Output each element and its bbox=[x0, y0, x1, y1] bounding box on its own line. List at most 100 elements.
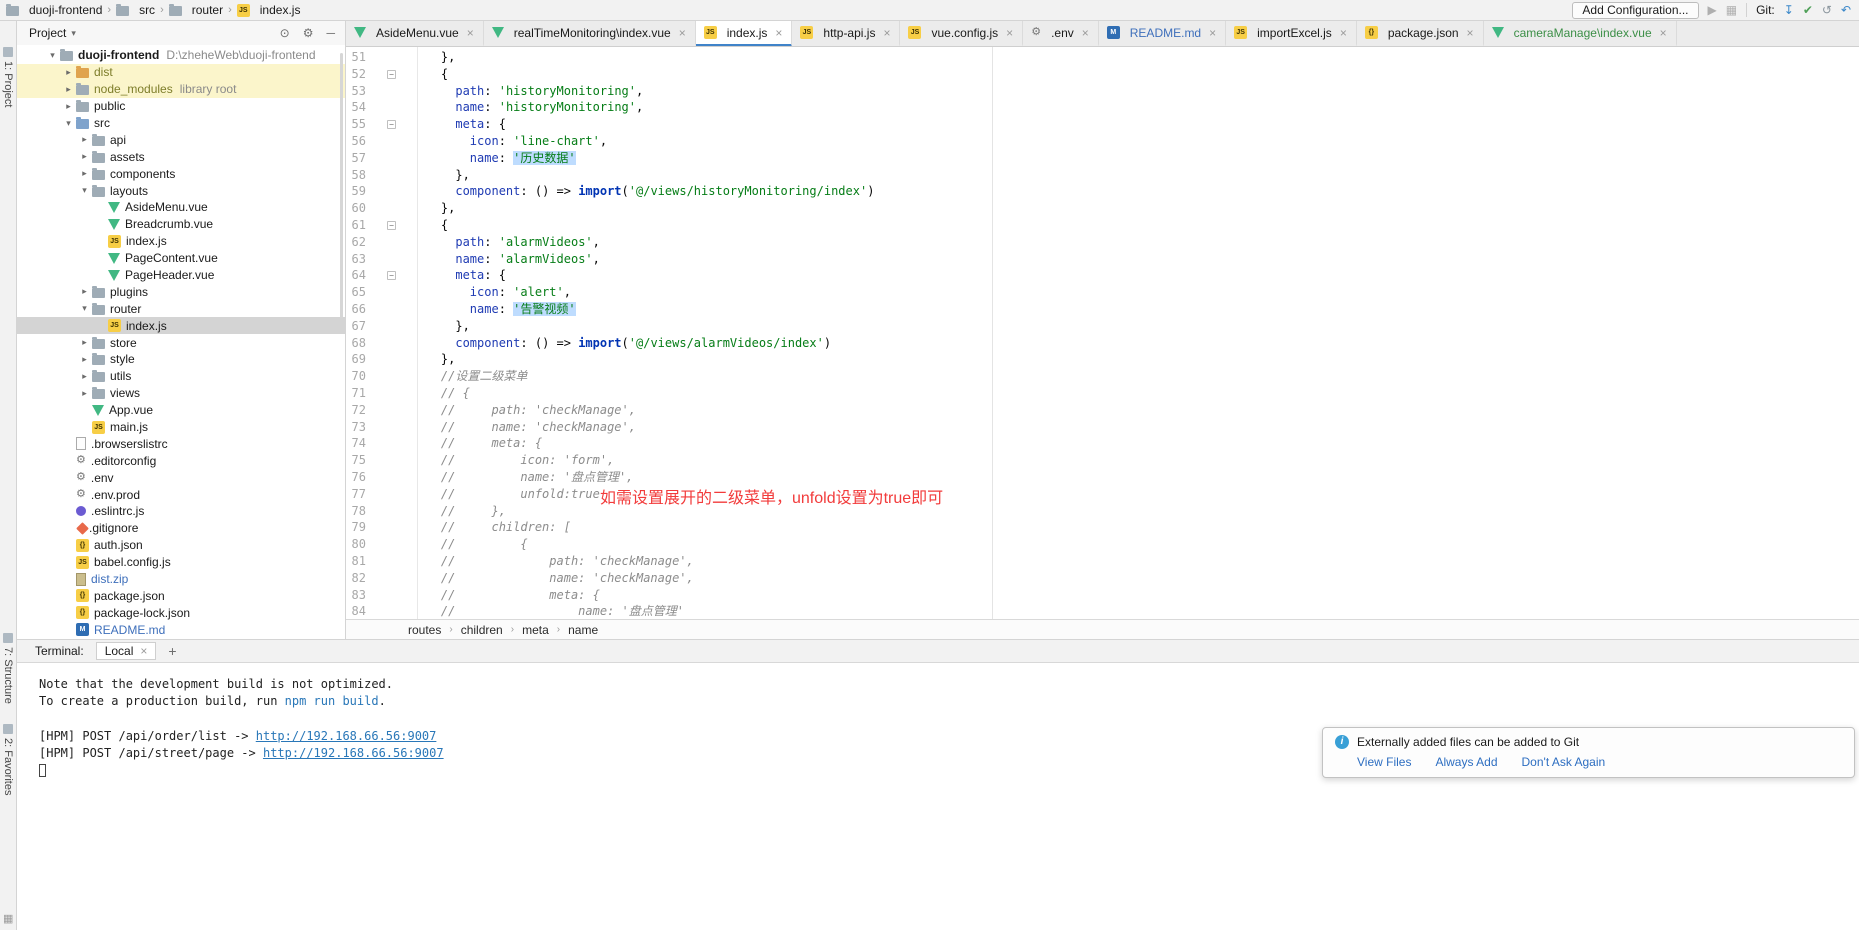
breadcrumb-item-router[interactable]: router bbox=[169, 3, 223, 17]
tree-item-babel.config.js[interactable]: JSbabel.config.js bbox=[17, 554, 345, 571]
tree-item-README.md[interactable]: MREADME.md bbox=[17, 621, 345, 638]
chevron-right-icon[interactable]: ▸ bbox=[77, 388, 92, 399]
tree-item-node_modules[interactable]: ▸node_moduleslibrary root bbox=[17, 81, 345, 98]
tab-close-icon[interactable]: × bbox=[775, 26, 782, 40]
tree-item-Breadcrumb.vue[interactable]: Breadcrumb.vue bbox=[17, 216, 345, 233]
chevron-right-icon[interactable]: ▸ bbox=[77, 371, 92, 382]
chevron-down-icon[interactable]: ▾ bbox=[77, 303, 92, 314]
chevron-right-icon[interactable]: ▸ bbox=[61, 84, 76, 95]
terminal-link[interactable]: http://192.168.66.56:9007 bbox=[263, 746, 444, 760]
breadcrumb-item-duoji-frontend[interactable]: duoji-frontend bbox=[6, 3, 102, 17]
notification-action-view-files[interactable]: View Files bbox=[1357, 755, 1411, 769]
favorites-toolwindow-button[interactable]: 2: Favorites bbox=[2, 724, 14, 795]
fold-marker-icon[interactable]: − bbox=[387, 120, 396, 129]
tab-close-icon[interactable]: × bbox=[1340, 26, 1347, 40]
gear-icon[interactable]: ⚙ bbox=[303, 26, 314, 40]
chevron-right-icon[interactable]: ▸ bbox=[61, 101, 76, 112]
tree-item-auth.json[interactable]: {}auth.json bbox=[17, 537, 345, 554]
git-update-icon[interactable]: ↧ bbox=[1784, 3, 1794, 17]
chevron-right-icon[interactable]: ▸ bbox=[77, 337, 92, 348]
tab-close-icon[interactable]: × bbox=[1006, 26, 1013, 40]
code-area[interactable]: 51 },52− {53 path: 'historyMonitoring',5… bbox=[346, 47, 1859, 619]
chevron-right-icon[interactable]: ▸ bbox=[77, 168, 92, 179]
chevron-right-icon[interactable]: ▸ bbox=[77, 354, 92, 365]
tab-close-icon[interactable]: × bbox=[1082, 26, 1089, 40]
tree-item-plugins[interactable]: ▸plugins bbox=[17, 283, 345, 300]
terminal-link[interactable]: http://192.168.66.56:9007 bbox=[256, 729, 437, 743]
tree-item-package-lock.json[interactable]: {}package-lock.json bbox=[17, 604, 345, 621]
chevron-down-icon[interactable]: ▾ bbox=[77, 185, 92, 196]
tree-item-components[interactable]: ▸components bbox=[17, 165, 345, 182]
editor-tab-vue.config.js[interactable]: JSvue.config.js× bbox=[900, 21, 1023, 47]
tree-item-store[interactable]: ▸store bbox=[17, 334, 345, 351]
tab-close-icon[interactable]: × bbox=[1209, 26, 1216, 40]
git-history-icon[interactable]: ↺ bbox=[1822, 3, 1832, 17]
editor-tab-README.md[interactable]: MREADME.md× bbox=[1099, 21, 1226, 47]
git-rollback-icon[interactable]: ↶ bbox=[1841, 3, 1851, 17]
hide-panel-icon[interactable]: ─ bbox=[326, 26, 335, 40]
terminal-tab-local[interactable]: Local × bbox=[96, 642, 157, 660]
add-configuration-button[interactable]: Add Configuration... bbox=[1572, 2, 1698, 19]
tree-item-main.js[interactable]: JSmain.js bbox=[17, 419, 345, 436]
tree-item-PageHeader.vue[interactable]: PageHeader.vue bbox=[17, 267, 345, 284]
tree-item-.editorconfig[interactable]: ⚙.editorconfig bbox=[17, 452, 345, 469]
structure-toolwindow-button[interactable]: 7: Structure bbox=[2, 633, 14, 704]
tree-item-dist[interactable]: ▸dist bbox=[17, 64, 345, 81]
chevron-right-icon[interactable]: ▸ bbox=[77, 151, 92, 162]
breadcrumb-item-src[interactable]: src bbox=[116, 3, 155, 17]
git-commit-icon[interactable]: ✔ bbox=[1803, 3, 1813, 17]
editor-tab-realTimeMonitoring\index.vue[interactable]: realTimeMonitoring\index.vue× bbox=[484, 21, 696, 47]
tab-close-icon[interactable]: × bbox=[883, 26, 890, 40]
editor-tab-importExcel.js[interactable]: JSimportExcel.js× bbox=[1226, 21, 1357, 47]
tree-item-utils[interactable]: ▸utils bbox=[17, 368, 345, 385]
chevron-down-icon[interactable]: ▾ bbox=[61, 118, 76, 129]
tree-item-PageContent.vue[interactable]: PageContent.vue bbox=[17, 250, 345, 267]
editor-breadcrumb-children[interactable]: children bbox=[461, 623, 503, 637]
tree-item-assets[interactable]: ▸assets bbox=[17, 148, 345, 165]
tree-item-public[interactable]: ▸public bbox=[17, 98, 345, 115]
tab-close-icon[interactable]: × bbox=[679, 26, 686, 40]
terminal-output[interactable]: Note that the development build is not o… bbox=[17, 663, 1859, 930]
fold-marker-icon[interactable]: − bbox=[387, 271, 396, 280]
chevron-down-icon[interactable]: ▾ bbox=[71, 28, 76, 39]
debug-icon[interactable]: ▦ bbox=[1726, 3, 1737, 17]
locate-file-icon[interactable]: ⊙ bbox=[280, 26, 290, 40]
editor-tab-package.json[interactable]: {}package.json× bbox=[1357, 21, 1484, 47]
notification-action-always-add[interactable]: Always Add bbox=[1435, 755, 1497, 769]
tree-item-.env.prod[interactable]: ⚙.env.prod bbox=[17, 486, 345, 503]
tree-item-.gitignore[interactable]: .gitignore bbox=[17, 520, 345, 537]
tree-item-router[interactable]: ▾router bbox=[17, 300, 345, 317]
chevron-right-icon[interactable]: ▸ bbox=[77, 134, 92, 145]
tab-close-icon[interactable]: × bbox=[1467, 26, 1474, 40]
tree-item-views[interactable]: ▸views bbox=[17, 385, 345, 402]
tree-item-index.js[interactable]: JSindex.js bbox=[17, 233, 345, 250]
tab-close-icon[interactable]: × bbox=[467, 26, 474, 40]
editor-tab-http-api.js[interactable]: JShttp-api.js× bbox=[792, 21, 900, 47]
editor-tab-index.js[interactable]: JSindex.js× bbox=[696, 21, 793, 47]
new-terminal-icon[interactable]: + bbox=[168, 643, 176, 659]
notification-action-don-t-ask-again[interactable]: Don't Ask Again bbox=[1522, 755, 1606, 769]
editor-breadcrumb-routes[interactable]: routes bbox=[408, 623, 441, 637]
chevron-down-icon[interactable]: ▾ bbox=[45, 50, 60, 61]
tree-item-.eslintrc.js[interactable]: .eslintrc.js bbox=[17, 503, 345, 520]
breadcrumb-item-index.js[interactable]: JSindex.js bbox=[237, 3, 301, 17]
editor-tab-.env[interactable]: ⚙.env× bbox=[1023, 21, 1099, 47]
tree-item-dist.zip[interactable]: dist.zip bbox=[17, 571, 345, 588]
project-toolwindow-button[interactable]: 1: Project bbox=[2, 47, 14, 107]
tree-item-layouts[interactable]: ▾layouts bbox=[17, 182, 345, 199]
tree-item-style[interactable]: ▸style bbox=[17, 351, 345, 368]
tree-item-.browserslistrc[interactable]: .browserslistrc bbox=[17, 435, 345, 452]
tree-item-package.json[interactable]: {}package.json bbox=[17, 588, 345, 605]
tree-item-.env[interactable]: ⚙.env bbox=[17, 469, 345, 486]
tree-item-src[interactable]: ▾src bbox=[17, 115, 345, 132]
tree-scrollbar[interactable] bbox=[340, 53, 343, 318]
editor-breadcrumb-name[interactable]: name bbox=[568, 623, 598, 637]
fold-marker-icon[interactable]: − bbox=[387, 221, 396, 230]
tab-close-icon[interactable]: × bbox=[140, 644, 147, 658]
run-icon[interactable]: ▶ bbox=[1708, 3, 1717, 17]
tree-item-index.js[interactable]: JSindex.js bbox=[17, 317, 345, 334]
tree-item-App.vue[interactable]: App.vue bbox=[17, 402, 345, 419]
editor-tab-AsideMenu.vue[interactable]: AsideMenu.vue× bbox=[346, 21, 484, 47]
chevron-right-icon[interactable]: ▸ bbox=[77, 286, 92, 297]
project-panel-title[interactable]: Project bbox=[29, 26, 66, 40]
